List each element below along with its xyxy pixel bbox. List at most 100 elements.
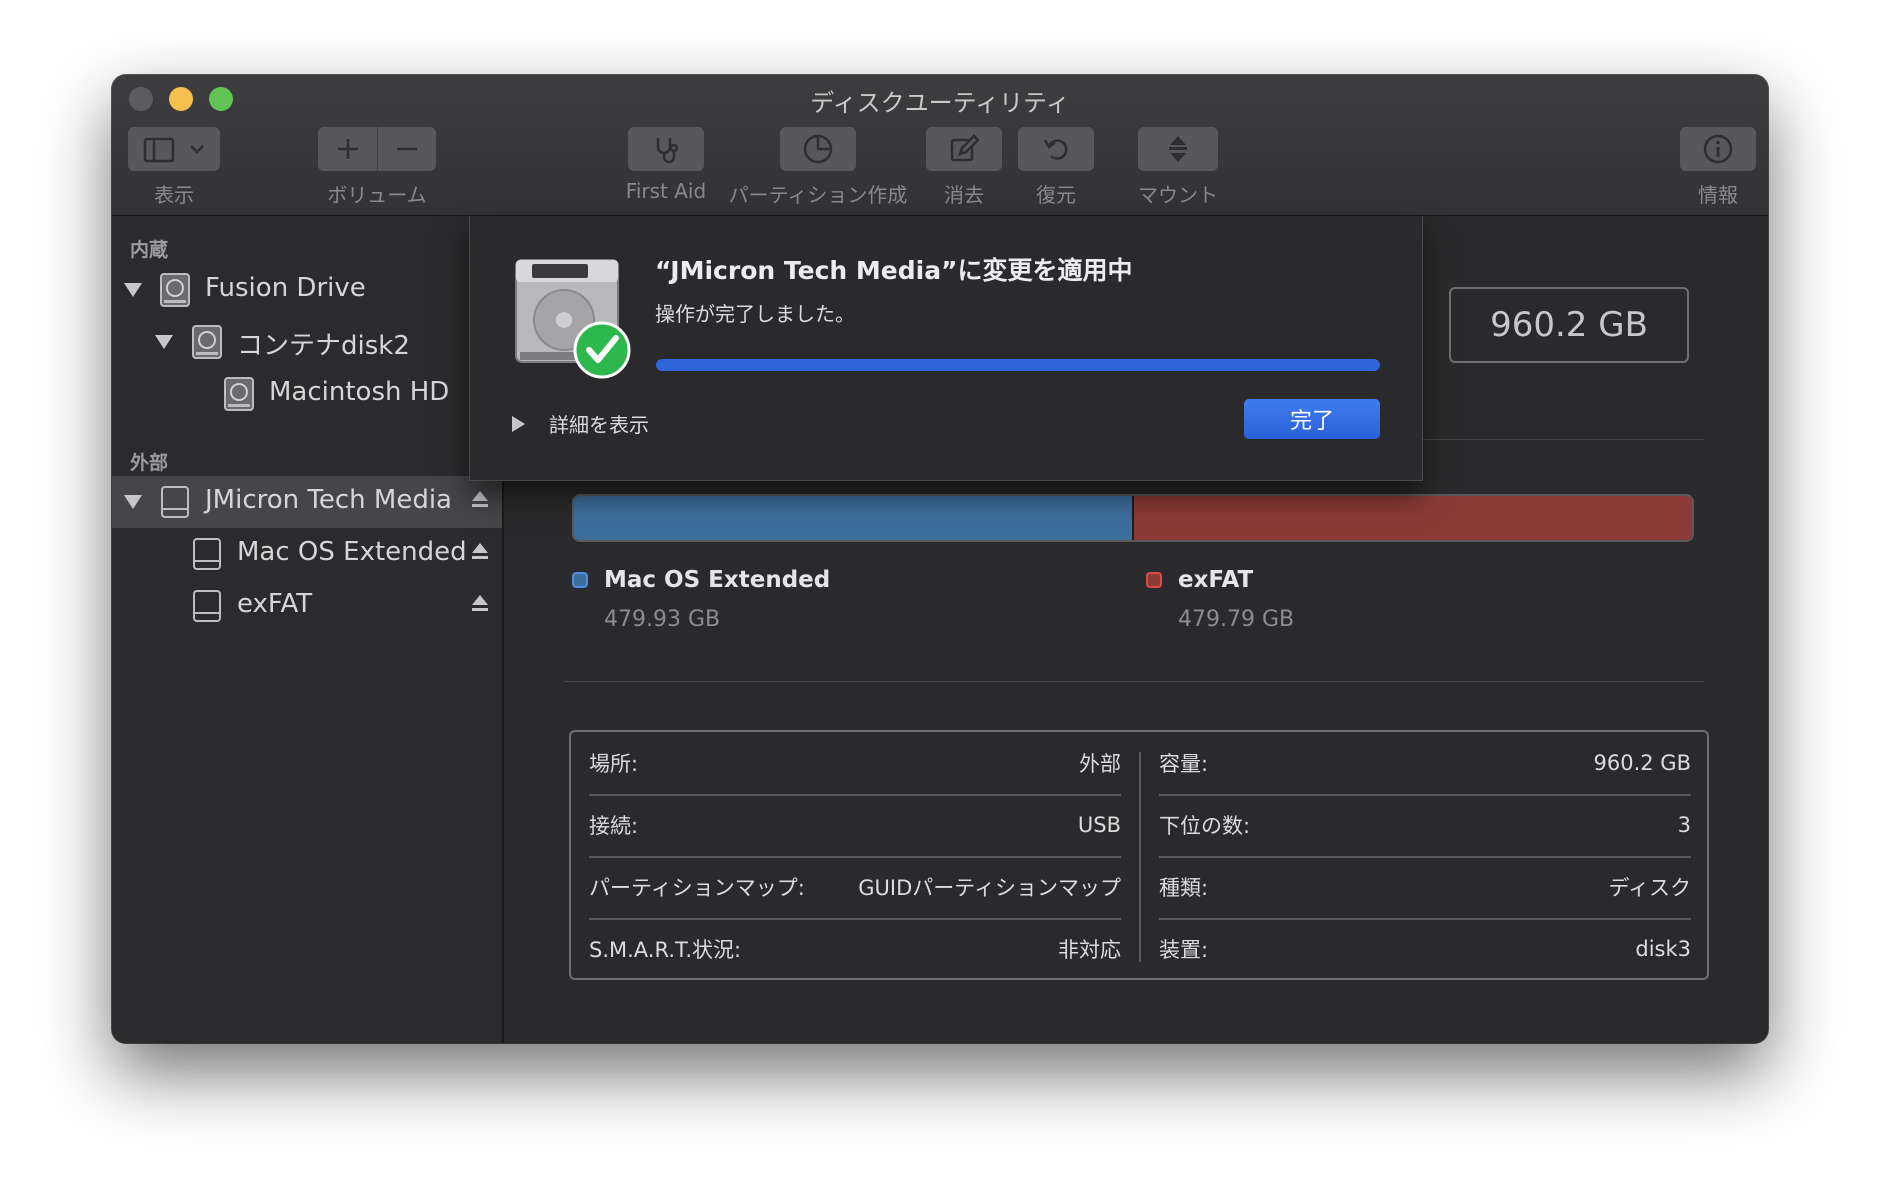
info-key: パーティションマップ:: [589, 876, 805, 900]
legend-swatch: [572, 572, 588, 588]
toolbar: ディスクユーティリティ 表示 ボリューム First Aid パーティション作成…: [112, 75, 1768, 216]
plus-icon: [337, 139, 358, 159]
legend-size: 479.93 GB: [604, 607, 721, 632]
sidebar-section-external: 外部: [130, 452, 169, 474]
sidebar-item-label: コンテナdisk2: [237, 331, 410, 361]
capacity-display: 960.2 GB: [1449, 287, 1689, 363]
info-value: 3: [1677, 813, 1691, 837]
info-key: 容量:: [1159, 752, 1209, 776]
partition-usage-bar: [572, 494, 1694, 542]
sheet-title: “JMicron Tech Media”に変更を適用中: [655, 256, 1133, 285]
partition-label: パーティション作成: [728, 183, 908, 207]
info-value: 外部: [1079, 752, 1121, 776]
first-aid-button[interactable]: [628, 127, 704, 171]
restore-label: 復元: [1036, 183, 1076, 207]
legend-swatch: [1146, 572, 1162, 588]
legend-name: Mac OS Extended: [604, 567, 831, 593]
pie-chart-icon: [803, 134, 833, 164]
mount-button[interactable]: [1138, 127, 1218, 171]
sidebar-item-label: Macintosh HD: [269, 377, 450, 407]
info-label: 情報: [1698, 183, 1738, 207]
eject-icon[interactable]: [470, 593, 490, 615]
info-row-device: 装置: disk3: [1159, 918, 1691, 980]
info-value: disk3: [1635, 937, 1691, 961]
external-disk-icon: [161, 486, 189, 518]
sidebar-item-label: JMicron Tech Media: [205, 485, 452, 515]
sidebar-section-internal: 内蔵: [130, 239, 169, 261]
info-icon: [1703, 134, 1733, 164]
progress-fill: [656, 359, 1380, 371]
window-title: ディスクユーティリティ: [810, 89, 1070, 117]
info-value: ディスク: [1608, 876, 1691, 900]
sidebar-item-label: Mac OS Extended: [237, 537, 467, 567]
mount-icon: [1169, 136, 1187, 162]
restore-button[interactable]: [1018, 127, 1094, 171]
info-value: 960.2 GB: [1593, 751, 1691, 775]
disclosure-triangle-icon[interactable]: [124, 283, 142, 297]
sidebar-item-jmicron-tech-media[interactable]: JMicron Tech Media: [112, 476, 502, 528]
info-value: USB: [1077, 813, 1121, 837]
info-row-capacity: 容量: 960.2 GB: [1159, 732, 1691, 796]
volume-label: ボリューム: [327, 183, 427, 207]
legend-mac-os-extended: Mac OS Extended 479.93 GB: [572, 567, 972, 647]
info-column-right: 容量: 960.2 GB 下位の数: 3 種類: ディスク 装置: disk3: [1141, 732, 1709, 978]
chevron-down-icon: [190, 145, 204, 154]
volume-icon: [224, 377, 254, 411]
volume-icon: [193, 590, 221, 622]
view-label: 表示: [154, 183, 194, 207]
apply-changes-sheet: “JMicron Tech Media”に変更を適用中 操作が完了しました。 詳…: [469, 216, 1423, 481]
sheet-status: 操作が完了しました。: [655, 302, 855, 326]
sidebar-icon: [143, 137, 204, 163]
info-row-type: 種類: ディスク: [1159, 856, 1691, 920]
view-button[interactable]: [128, 127, 220, 171]
sidebar-item-exfat[interactable]: exFAT: [112, 580, 502, 632]
minus-icon: [397, 147, 417, 151]
erase-label: 消去: [944, 183, 984, 207]
sidebar-item-label: exFAT: [237, 589, 313, 619]
mount-label: マウント: [1138, 183, 1218, 207]
done-button[interactable]: 完了: [1244, 399, 1380, 439]
disk-info-table: 場所: 外部 接続: USB パーティションマップ: GUIDパーティションマッ…: [569, 730, 1709, 980]
restore-arrow-icon: [1043, 139, 1068, 160]
disk-utility-window: ディスクユーティリティ 表示 ボリューム First Aid パーティション作成…: [112, 75, 1768, 1043]
info-row-smart-status: S.M.A.R.T.状況: 非対応: [589, 918, 1121, 980]
legend-name: exFAT: [1178, 567, 1254, 593]
sidebar-item-mac-os-extended[interactable]: Mac OS Extended: [112, 528, 502, 580]
info-row-location: 場所: 外部: [589, 732, 1121, 796]
divider: [564, 681, 1704, 682]
disclosure-triangle-icon[interactable]: [124, 495, 142, 509]
pencil-icon: [950, 134, 980, 162]
first-aid-label: First Aid: [625, 179, 707, 203]
sidebar-item-macintosh-hd[interactable]: Macintosh HD: [112, 368, 502, 420]
info-key: 装置:: [1159, 938, 1209, 962]
hard-drive-success-icon: [515, 259, 631, 379]
remove-volume-button[interactable]: [378, 127, 436, 171]
info-row-child-count: 下位の数: 3: [1159, 794, 1691, 858]
info-key: 接続:: [589, 814, 639, 838]
info-key: 種類:: [1159, 876, 1209, 900]
volume-segmented-control: [318, 127, 436, 171]
usage-segment-mac-os-extended: [574, 496, 1132, 540]
info-key: S.M.A.R.T.状況:: [589, 938, 742, 962]
info-column-left: 場所: 外部 接続: USB パーティションマップ: GUIDパーティションマッ…: [571, 732, 1139, 978]
container-icon: [192, 325, 222, 359]
show-details-toggle[interactable]: 詳細を表示: [512, 409, 649, 438]
disclosure-triangle-icon[interactable]: [512, 415, 525, 432]
sidebar-item-container-disk2[interactable]: コンテナdisk2: [112, 316, 502, 368]
partition-button[interactable]: [780, 127, 856, 171]
sidebar-item-fusion-drive[interactable]: Fusion Drive: [112, 264, 502, 316]
info-value: 非対応: [1058, 938, 1121, 962]
erase-button[interactable]: [926, 127, 1002, 171]
eject-icon[interactable]: [470, 489, 490, 511]
legend-size: 479.79 GB: [1178, 607, 1295, 632]
stethoscope-icon: [656, 138, 679, 164]
disclosure-triangle-icon[interactable]: [155, 335, 173, 349]
eject-icon[interactable]: [470, 541, 490, 563]
legend-exfat: exFAT 479.79 GB: [1146, 567, 1546, 647]
progress-bar: [656, 359, 1380, 371]
show-details-label: 詳細を表示: [549, 413, 649, 437]
add-volume-button[interactable]: [318, 127, 377, 171]
info-button[interactable]: [1680, 127, 1756, 171]
info-row-partition-map: パーティションマップ: GUIDパーティションマップ: [589, 856, 1121, 920]
sidebar: 内蔵 Fusion Drive コンテナdisk2 Macintosh HD 外…: [112, 216, 504, 1043]
